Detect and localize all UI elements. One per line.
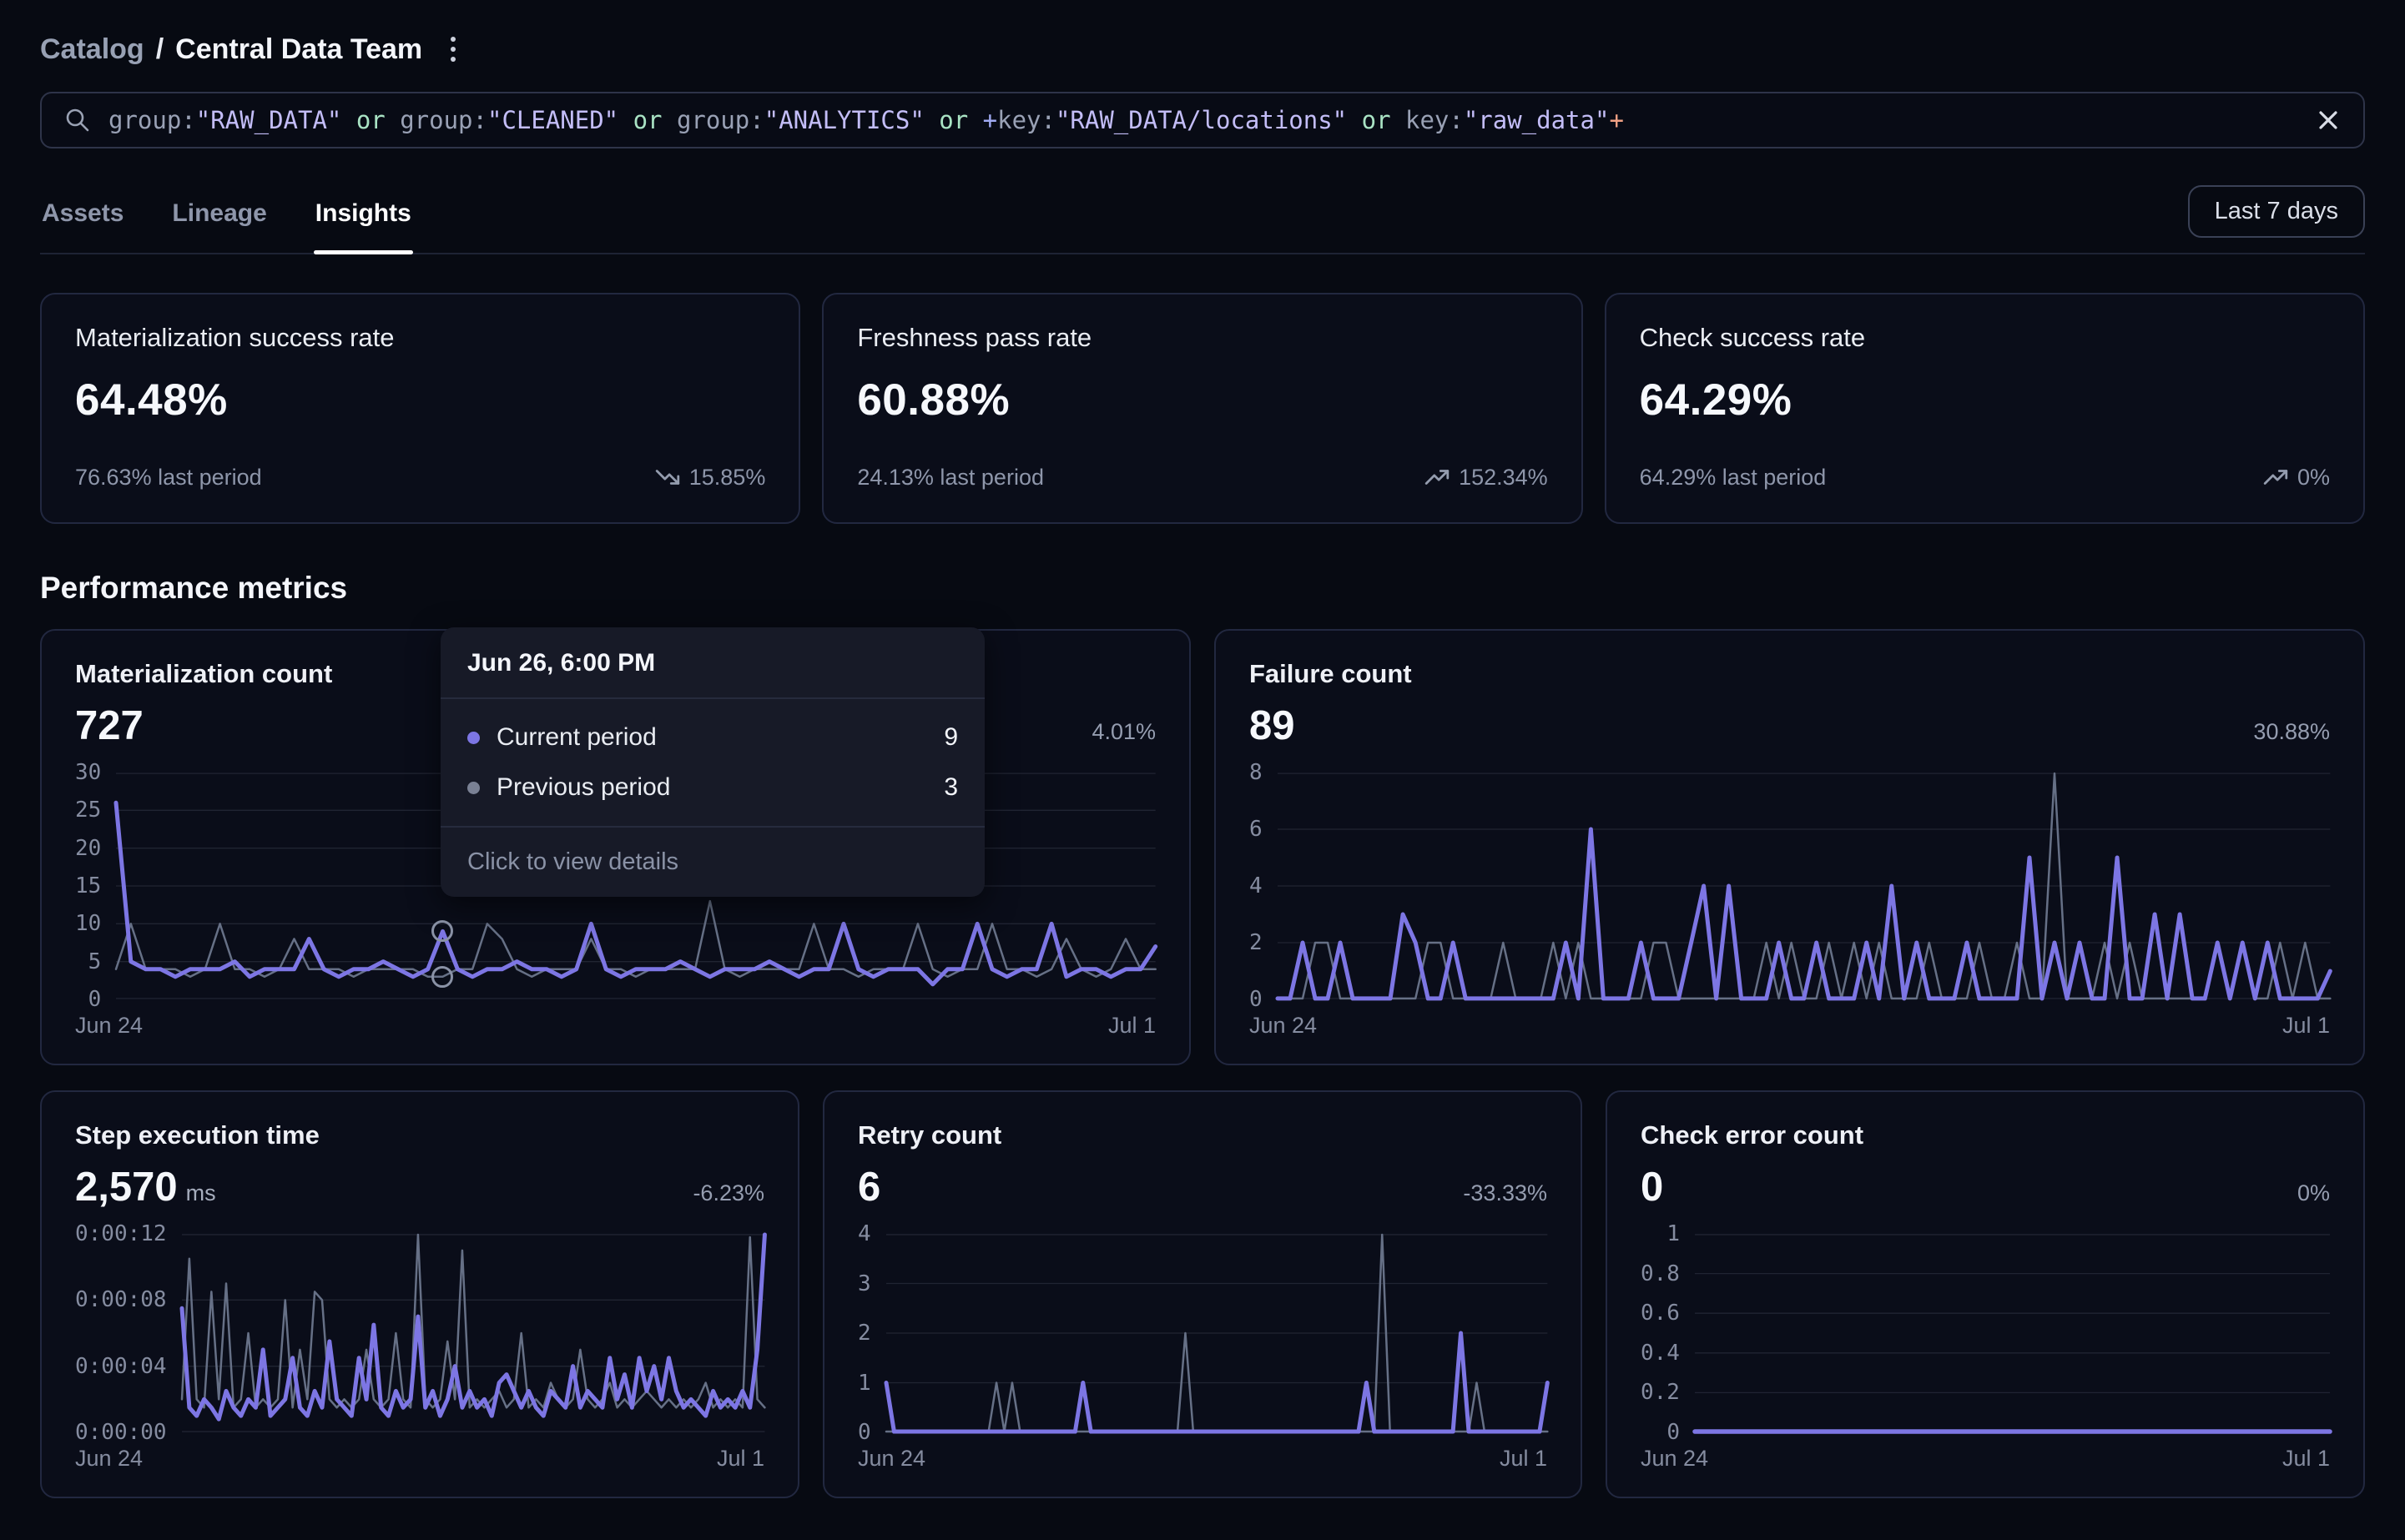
time-range-button[interactable]: Last 7 days xyxy=(2188,185,2365,238)
x-axis-labels: Jun 24Jul 1 xyxy=(1249,1013,2330,1039)
breadcrumb-current: Central Data Team xyxy=(175,33,422,66)
chart-change-percent: 4.01% xyxy=(1092,719,1156,745)
chart-title: Check error count xyxy=(1641,1120,2330,1150)
summary-card-check-success-rate[interactable]: Check success rate 64.29% 64.29% last pe… xyxy=(1605,293,2365,524)
chart-tooltip[interactable]: Jun 26, 6:00 PM Current period 9 Previou… xyxy=(441,627,985,897)
more-options-kebab-icon[interactable] xyxy=(444,30,462,68)
tab-bar: Assets Lineage Insights Last 7 days xyxy=(40,185,2365,254)
line-chart[interactable] xyxy=(1695,1234,2330,1432)
card-title: Freshness pass rate xyxy=(857,323,1547,353)
charts-row-1: Materialization count 727 4.01% 30252015… xyxy=(40,629,2365,1065)
tab-insights[interactable]: Insights xyxy=(314,194,413,253)
card-value: 64.29% xyxy=(1640,375,2330,425)
card-value: 60.88% xyxy=(857,375,1547,425)
y-axis-labels: 302520151050 xyxy=(75,773,116,999)
summary-cards: Materialization success rate 64.48% 76.6… xyxy=(40,293,2365,524)
chart-card-failure-count[interactable]: Failure count 89 30.88% 86420 Jun 24Jul … xyxy=(1214,629,2365,1065)
section-title-performance-metrics: Performance metrics xyxy=(40,571,2365,606)
tooltip-label: Current period xyxy=(497,723,657,752)
trending-down-icon xyxy=(654,464,681,491)
chart-change-percent: 0% xyxy=(2297,1180,2330,1206)
charts-row-2: Step execution time 2,570ms -6.23% 0:00:… xyxy=(40,1090,2365,1498)
y-axis-labels: 0:00:120:00:080:00:040:00:00 xyxy=(75,1234,182,1432)
last-period-label: 64.29% last period xyxy=(1640,465,1827,491)
trending-up-icon xyxy=(1424,464,1450,491)
y-axis-labels: 86420 xyxy=(1249,773,1278,999)
tooltip-row-current-period: Current period 9 xyxy=(441,712,985,762)
summary-card-materialization-success-rate[interactable]: Materialization success rate 64.48% 76.6… xyxy=(40,293,800,524)
chart-card-retry-count[interactable]: Retry count 6 -33.33% 43210 Jun 24Jul 1 xyxy=(823,1090,1582,1498)
chart-change-percent: -33.33% xyxy=(1463,1180,1547,1206)
chart-card-check-error-count[interactable]: Check error count 0 0% 10.80.60.40.20 Ju… xyxy=(1606,1090,2365,1498)
chart-value: 6 xyxy=(858,1164,880,1210)
trending-up-icon xyxy=(2262,464,2289,491)
card-value: 64.48% xyxy=(75,375,765,425)
tooltip-value: 9 xyxy=(944,723,958,752)
current-period-dot-icon xyxy=(467,732,480,744)
chart-card-step-execution-time[interactable]: Step execution time 2,570ms -6.23% 0:00:… xyxy=(40,1090,799,1498)
tooltip-row-previous-period: Previous period 3 xyxy=(441,762,985,813)
chart-title: Step execution time xyxy=(75,1120,764,1150)
chart-value: 0 xyxy=(1641,1164,1663,1210)
x-axis-labels: Jun 24Jul 1 xyxy=(1641,1446,2330,1472)
summary-card-freshness-pass-rate[interactable]: Freshness pass rate 60.88% 24.13% last p… xyxy=(822,293,1582,524)
search-bar[interactable]: group:"RAW_DATA" or group:"CLEANED" or g… xyxy=(40,92,2365,148)
search-icon xyxy=(63,106,92,134)
last-period-label: 24.13% last period xyxy=(857,465,1044,491)
clear-search-icon[interactable] xyxy=(2315,107,2342,133)
previous-period-dot-icon xyxy=(467,782,480,794)
x-axis-labels: Jun 24Jul 1 xyxy=(858,1446,1547,1472)
chart-unit: ms xyxy=(186,1180,216,1205)
line-chart[interactable] xyxy=(886,1234,1547,1432)
chart-value: 2,570ms xyxy=(75,1164,216,1210)
tab-assets[interactable]: Assets xyxy=(40,194,125,253)
tooltip-hint: Click to view details xyxy=(441,826,985,897)
card-title: Materialization success rate xyxy=(75,323,765,353)
change-percent: 15.85% xyxy=(689,465,766,491)
x-axis-labels: Jun 24Jul 1 xyxy=(75,1446,764,1472)
tooltip-timestamp: Jun 26, 6:00 PM xyxy=(441,627,985,699)
y-axis-labels: 10.80.60.40.20 xyxy=(1641,1234,1695,1432)
page-header: Catalog / Central Data Team xyxy=(40,30,2365,68)
card-title: Check success rate xyxy=(1640,323,2330,353)
chart-change-percent: -6.23% xyxy=(693,1180,764,1206)
tab-lineage[interactable]: Lineage xyxy=(170,194,268,253)
line-chart[interactable] xyxy=(182,1234,764,1432)
change-percent: 0% xyxy=(2297,465,2330,491)
tooltip-label: Previous period xyxy=(497,773,670,802)
x-axis-labels: Jun 24Jul 1 xyxy=(75,1013,1156,1039)
chart-title: Failure count xyxy=(1249,659,2330,689)
chart-value: 89 xyxy=(1249,702,1295,749)
search-input[interactable]: group:"RAW_DATA" or group:"CLEANED" or g… xyxy=(108,106,2298,134)
y-axis-labels: 43210 xyxy=(858,1234,886,1432)
last-period-label: 76.63% last period xyxy=(75,465,262,491)
chart-value: 727 xyxy=(75,702,144,749)
breadcrumb-catalog-link[interactable]: Catalog xyxy=(40,33,144,66)
tooltip-value: 3 xyxy=(944,773,958,802)
chart-change-percent: 30.88% xyxy=(2253,719,2330,745)
breadcrumb-separator: / xyxy=(156,33,164,66)
breadcrumb: Catalog / Central Data Team xyxy=(40,33,422,66)
chart-card-materialization-count[interactable]: Materialization count 727 4.01% 30252015… xyxy=(40,629,1191,1065)
change-percent: 152.34% xyxy=(1459,465,1548,491)
insights-page: Catalog / Central Data Team group:"RAW_D… xyxy=(0,0,2405,1540)
chart-title: Retry count xyxy=(858,1120,1547,1150)
line-chart[interactable] xyxy=(1278,773,2330,999)
